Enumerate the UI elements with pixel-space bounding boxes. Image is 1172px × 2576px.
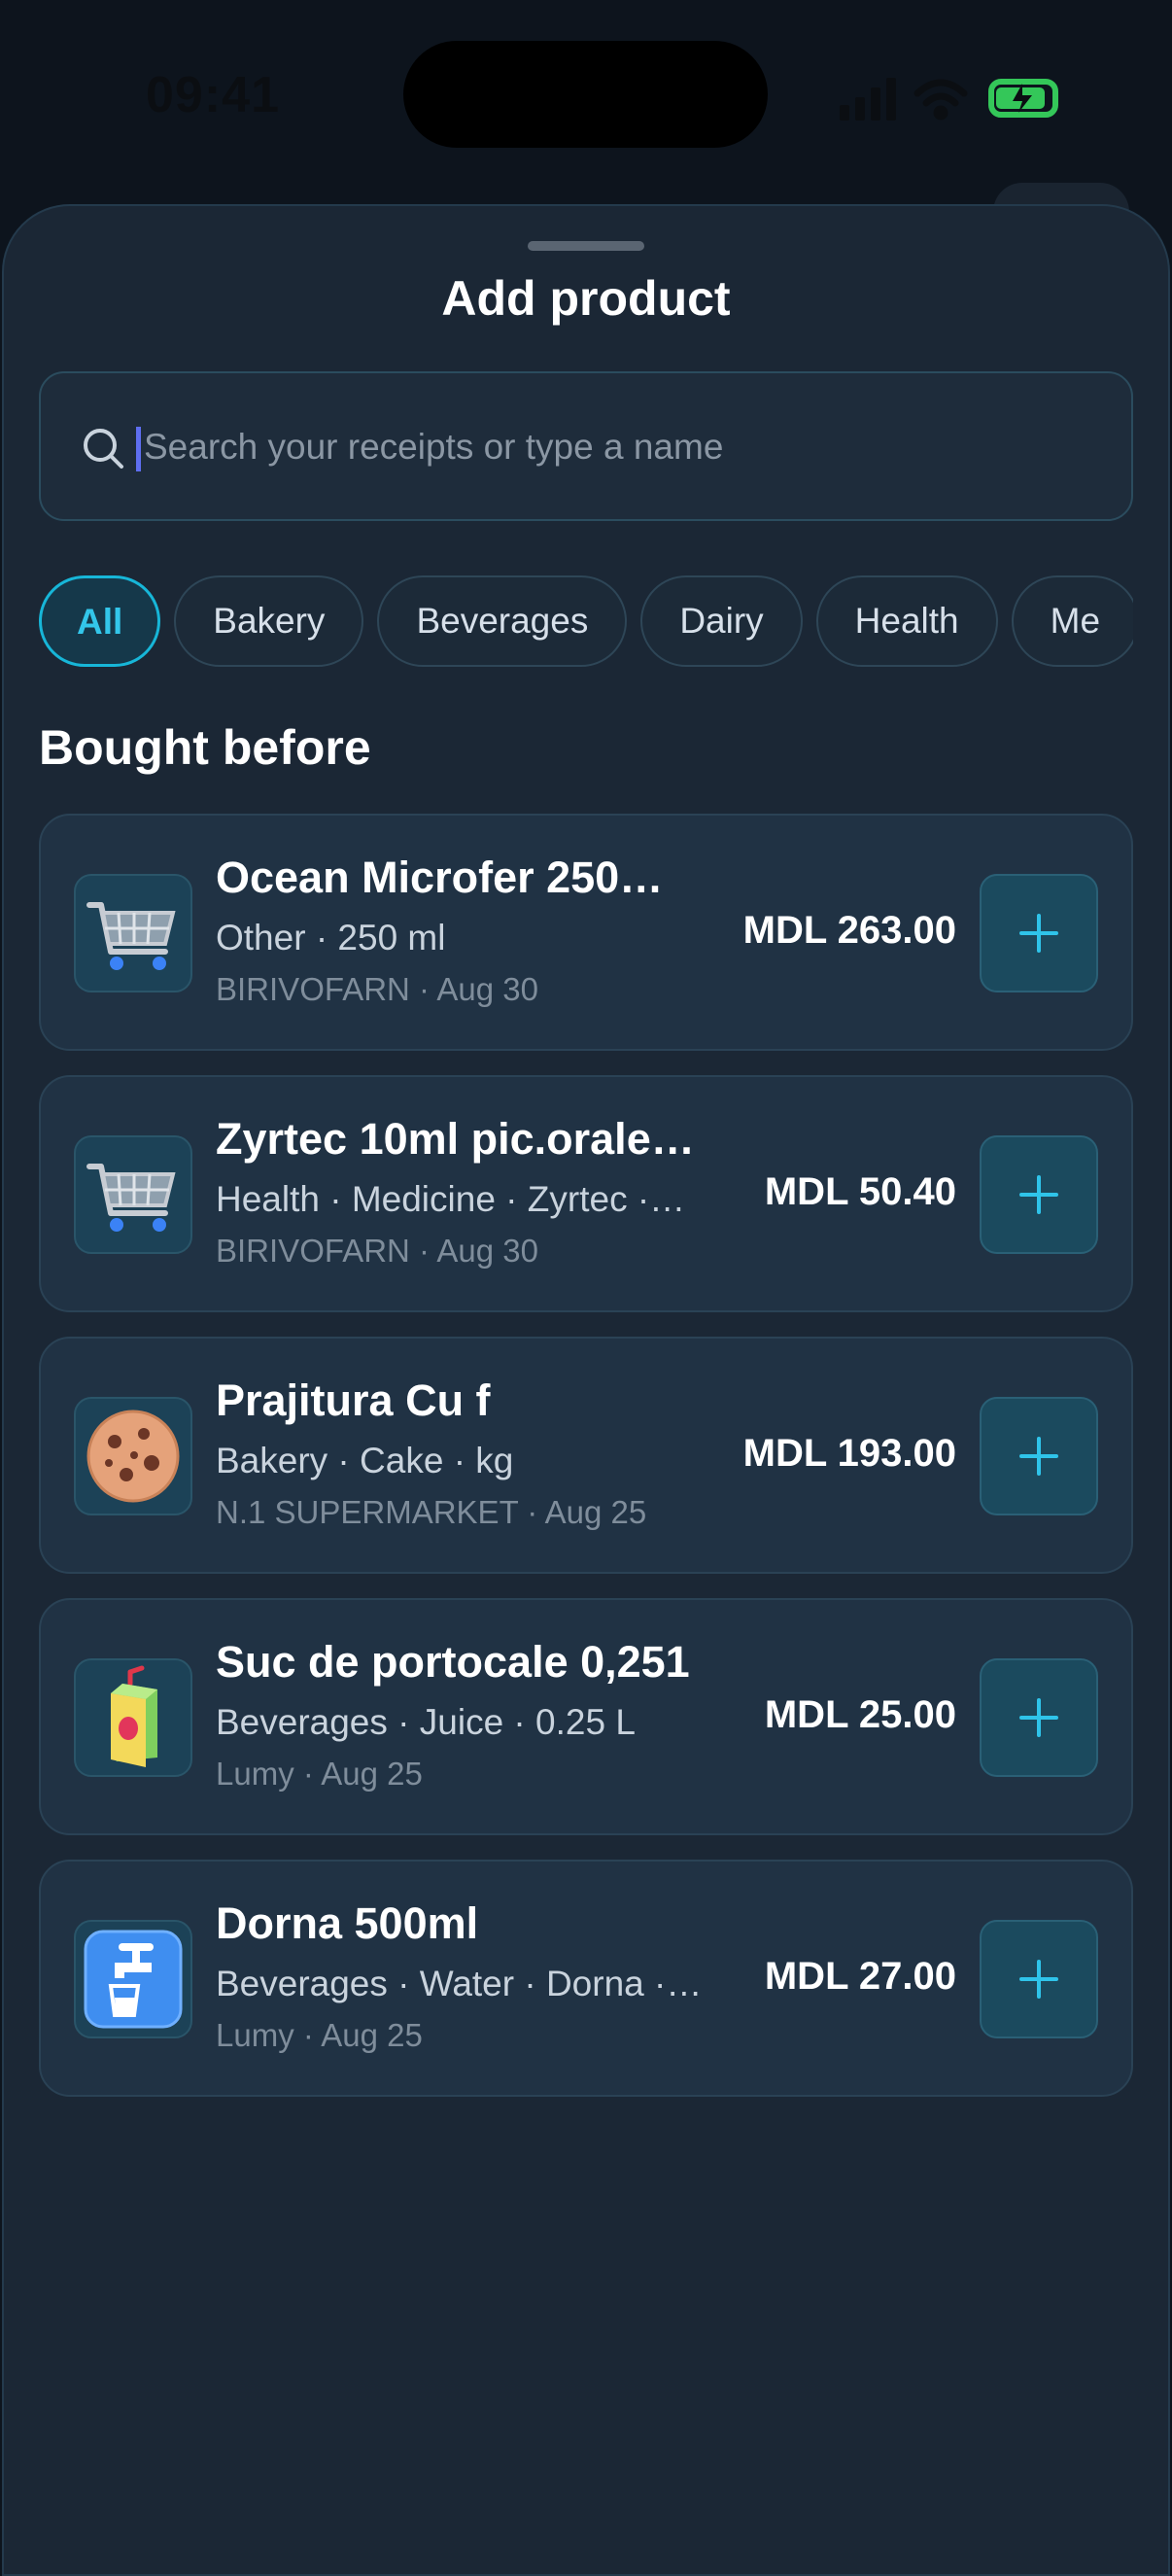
filter-chip-me[interactable]: Me: [1011, 575, 1133, 667]
add-product-button[interactable]: [980, 1658, 1098, 1777]
product-thumbnail: [74, 1397, 192, 1515]
product-thumbnail: [74, 1135, 192, 1254]
product-price: MDL 193.00: [742, 1432, 956, 1475]
product-card[interactable]: Zyrtec 10ml pic.orale… Health · Medicine…: [39, 1075, 1133, 1312]
product-meta: Bakery · Cake · kg: [216, 1441, 514, 1480]
product-price: MDL 263.00: [742, 909, 956, 952]
product-thumbnail: [74, 1658, 192, 1777]
plus-icon: [1019, 1175, 1058, 1214]
sheet-title: Add product: [441, 271, 731, 326]
status-icons: [840, 78, 1058, 121]
filter-chip-beverages[interactable]: Beverages: [377, 575, 628, 667]
product-store: Lumy · Aug 25: [216, 2017, 423, 2053]
cookie-icon: [86, 1410, 180, 1503]
product-store: BIRIVOFARN · Aug 30: [216, 1233, 538, 1269]
product-store: N.1 SUPERMARKET · Aug 25: [216, 1494, 647, 1530]
product-meta: Other · 250 ml: [216, 918, 446, 957]
search-icon: [84, 429, 123, 469]
wifi-icon: [913, 79, 968, 121]
product-meta: Beverages · Juice · 0.25 L: [216, 1702, 636, 1742]
product-name: Zyrtec 10ml pic.orale…: [216, 1114, 695, 1164]
battery-icon: [988, 79, 1058, 118]
add-product-button[interactable]: [980, 1920, 1098, 2038]
plus-icon: [1019, 1960, 1058, 1999]
status-time: 09:41: [146, 67, 280, 123]
product-card[interactable]: Suc de portocale 0,251 Beverages · Juice…: [39, 1598, 1133, 1835]
product-store: BIRIVOFARN · Aug 30: [216, 971, 538, 1007]
product-name: Ocean Microfer 250…: [216, 853, 664, 902]
add-product-button[interactable]: [980, 1397, 1098, 1515]
filter-chip-health[interactable]: Health: [815, 575, 998, 667]
product-price: MDL 50.40: [764, 1170, 956, 1213]
shopping-cart-icon: [86, 902, 176, 970]
juice-box-icon: [111, 1665, 157, 1767]
product-name: Dorna 500ml: [216, 1898, 479, 1948]
cellular-signal-icon: [840, 78, 896, 121]
filter-chip-all[interactable]: All: [39, 575, 161, 667]
filter-chip-bakery[interactable]: Bakery: [174, 575, 364, 667]
product-store: Lumy · Aug 25: [216, 1756, 423, 1792]
sheet-grabber[interactable]: [528, 241, 644, 251]
text-caret: [136, 427, 141, 471]
add-product-button[interactable]: [980, 874, 1098, 992]
product-card[interactable]: Prajitura Cu f Bakery · Cake · kg N.1 SU…: [39, 1337, 1133, 1574]
product-card[interactable]: Dorna 500ml Beverages · Water · Dorna ·……: [39, 1860, 1133, 2097]
product-meta: Health · Medicine · Zyrtec ·…: [216, 1179, 686, 1219]
product-meta: Beverages · Water · Dorna ·…: [216, 1964, 703, 2003]
filter-chip-dairy[interactable]: Dairy: [640, 575, 803, 667]
product-price: MDL 27.00: [764, 1955, 956, 1998]
search-input[interactable]: [134, 410, 1096, 484]
section-title-bought-before: Bought before: [39, 720, 371, 775]
plus-icon: [1019, 1698, 1058, 1737]
water-tap-icon: [84, 1930, 183, 2029]
product-card[interactable]: Ocean Microfer 250… Other · 250 ml BIRIV…: [39, 814, 1133, 1051]
product-price: MDL 25.00: [764, 1693, 956, 1736]
dynamic-island: [403, 41, 768, 148]
category-filter-bar: All Bakery Beverages Dairy Health Me: [39, 575, 1133, 669]
product-name: Prajitura Cu f: [216, 1375, 491, 1425]
plus-icon: [1019, 914, 1058, 953]
shopping-cart-icon: [86, 1164, 176, 1232]
product-thumbnail: [74, 1920, 192, 2038]
product-thumbnail: [74, 874, 192, 992]
product-name: Suc de portocale 0,251: [216, 1637, 690, 1687]
add-product-button[interactable]: [980, 1135, 1098, 1254]
search-field[interactable]: [39, 371, 1133, 521]
plus-icon: [1019, 1437, 1058, 1476]
